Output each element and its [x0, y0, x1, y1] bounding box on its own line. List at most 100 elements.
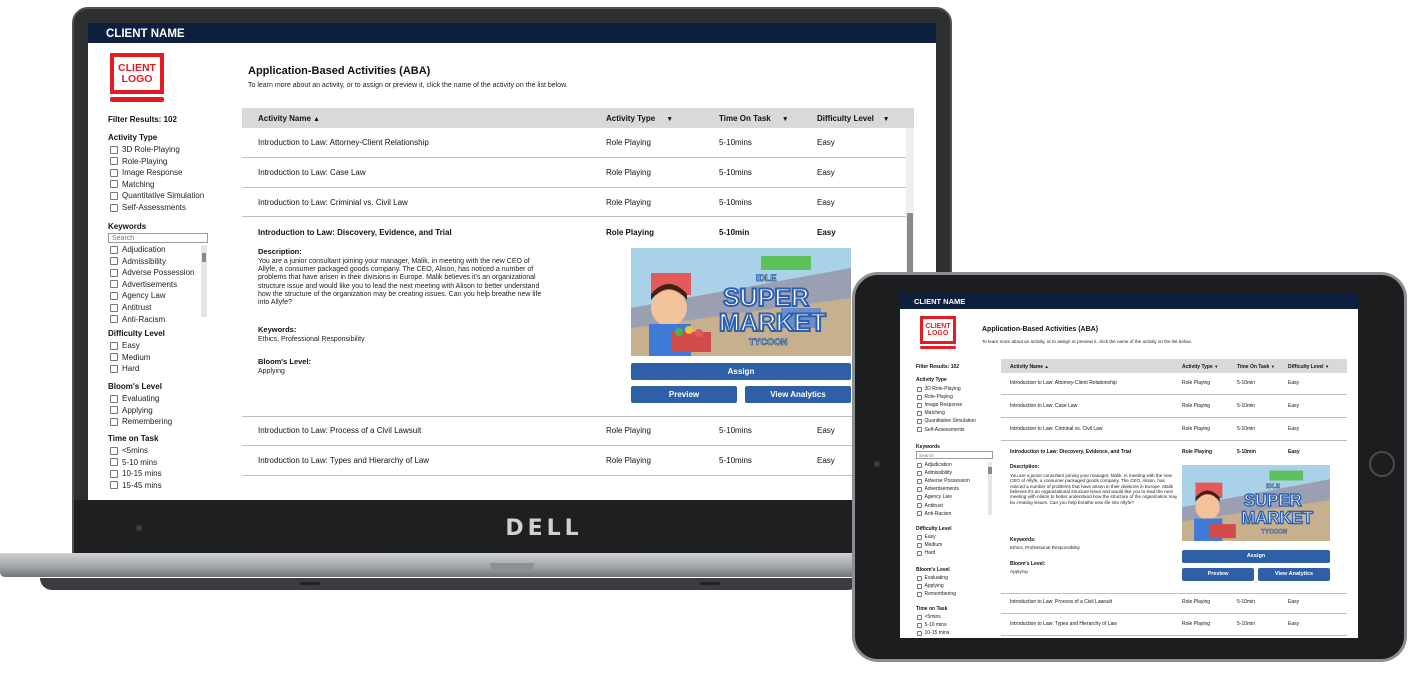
checkbox[interactable]: [110, 257, 118, 266]
preview-button[interactable]: Preview: [1182, 568, 1254, 581]
filter-option[interactable]: Role-Playing: [917, 394, 953, 400]
checkbox[interactable]: [917, 550, 922, 556]
filter-option[interactable]: Adverse Possession: [917, 478, 970, 484]
checkbox[interactable]: [110, 446, 118, 455]
filter-option[interactable]: Quantitative Simulation: [917, 418, 976, 424]
assign-button[interactable]: Assign: [631, 363, 851, 380]
preview-button[interactable]: Preview: [631, 386, 737, 403]
filter-option[interactable]: 10-15 mins: [110, 469, 162, 478]
activity-name-link[interactable]: Introduction to Law: Discovery, Evidence…: [1010, 449, 1131, 455]
filter-option[interactable]: Remembering: [110, 417, 172, 426]
activity-name-link[interactable]: Introduction to Law: Process of a Civil …: [1010, 599, 1112, 605]
filter-option[interactable]: Evaluating: [110, 394, 159, 403]
filter-option[interactable]: Applying: [110, 406, 153, 415]
checkbox[interactable]: [917, 575, 922, 581]
filter-option[interactable]: <5mins: [917, 614, 941, 620]
column-header-activity-name[interactable]: Activity Name ▲: [258, 114, 320, 123]
checkbox[interactable]: [917, 494, 922, 500]
checkbox[interactable]: [110, 417, 118, 426]
activity-thumbnail[interactable]: IDLE SUPER MARKET TYCOON: [1182, 465, 1330, 541]
column-header-difficulty[interactable]: Difficulty Level ▼: [817, 114, 890, 123]
view-analytics-button[interactable]: View Analytics: [745, 386, 851, 403]
filter-option[interactable]: Matching: [110, 180, 154, 189]
column-header-activity-name[interactable]: Activity Name ▲: [1010, 364, 1049, 370]
column-header-activity-type[interactable]: Activity Type ▼: [606, 114, 673, 123]
filter-option[interactable]: Antitrust: [917, 503, 943, 509]
filter-option[interactable]: Antitrust: [110, 303, 151, 312]
checkbox[interactable]: [917, 486, 922, 492]
checkbox[interactable]: [917, 542, 922, 548]
filter-option[interactable]: 3D Role-Playing: [917, 386, 961, 392]
filter-option[interactable]: Adjudication: [110, 245, 166, 254]
checkbox[interactable]: [917, 427, 922, 432]
filter-option[interactable]: Medium: [110, 353, 150, 362]
filter-option[interactable]: Easy: [917, 534, 936, 540]
column-header-difficulty[interactable]: Difficulty Level ▼: [1288, 364, 1329, 370]
checkbox[interactable]: [110, 157, 118, 166]
checkbox[interactable]: [110, 245, 118, 254]
filter-option[interactable]: Anti-Racism: [110, 315, 165, 324]
keyword-search-input[interactable]: [108, 233, 208, 243]
checkbox[interactable]: [110, 180, 118, 189]
checkbox[interactable]: [110, 291, 118, 300]
checkbox[interactable]: [110, 315, 118, 324]
activity-name-link[interactable]: Introduction to Law: Attorney-Client Rel…: [258, 138, 429, 147]
checkbox[interactable]: [110, 203, 118, 212]
checkbox[interactable]: [110, 458, 118, 467]
checkbox[interactable]: [917, 534, 922, 540]
column-header-time-on-task[interactable]: Time On Task ▼: [1237, 364, 1275, 370]
keyword-scroll-thumb[interactable]: [202, 253, 206, 262]
checkbox[interactable]: [110, 145, 118, 154]
filter-option[interactable]: Self-Assessments: [110, 203, 186, 212]
checkbox[interactable]: [110, 353, 118, 362]
activity-name-link[interactable]: Introduction to Law: Criminal vs. Civil …: [1010, 426, 1103, 432]
filter-option[interactable]: 15-45 mins: [110, 481, 162, 490]
checkbox[interactable]: [110, 268, 118, 277]
checkbox[interactable]: [917, 418, 922, 424]
checkbox[interactable]: [110, 168, 118, 177]
checkbox[interactable]: [110, 191, 118, 200]
filter-option[interactable]: Anti-Racism: [917, 511, 951, 517]
checkbox[interactable]: [917, 583, 922, 589]
checkbox[interactable]: [110, 481, 118, 490]
activity-name-link[interactable]: Introduction to Law: Case Law: [258, 168, 366, 177]
activity-name-link[interactable]: Introduction to Law: Discovery, Evidence…: [258, 228, 452, 237]
checkbox[interactable]: [917, 394, 922, 400]
filter-option[interactable]: Adjudication: [917, 462, 952, 468]
checkbox[interactable]: [917, 462, 922, 468]
filter-option[interactable]: Image Response: [110, 168, 182, 177]
filter-option[interactable]: Agency Law: [917, 494, 952, 500]
filter-option[interactable]: Admissibility: [917, 470, 952, 476]
checkbox[interactable]: [917, 478, 922, 484]
filter-option[interactable]: Admissibility: [110, 257, 166, 266]
filter-option[interactable]: Hard: [110, 364, 139, 373]
filter-option[interactable]: Image Response: [917, 402, 962, 408]
checkbox[interactable]: [110, 364, 118, 373]
activity-name-link[interactable]: Introduction to Law: Case Law: [1010, 403, 1077, 409]
activity-name-link[interactable]: Introduction to Law: Attorney-Client Rel…: [1010, 380, 1117, 386]
activity-name-link[interactable]: Introduction to Law: Types and Hierarchy…: [1010, 621, 1117, 627]
column-header-time-on-task[interactable]: Time On Task ▼: [719, 114, 789, 123]
filter-option[interactable]: Remembering: [917, 591, 956, 597]
checkbox[interactable]: [917, 622, 922, 628]
filter-option[interactable]: Hard: [917, 550, 935, 556]
checkbox[interactable]: [917, 503, 922, 508]
home-button-icon[interactable]: [1369, 451, 1395, 477]
filter-option[interactable]: <5mins: [110, 446, 148, 455]
column-header-activity-type[interactable]: Activity Type ▼: [1182, 364, 1218, 370]
filter-option[interactable]: Role-Playing: [110, 157, 167, 166]
filter-option[interactable]: Medium: [917, 542, 942, 548]
filter-option[interactable]: Applying: [917, 583, 944, 589]
filter-option[interactable]: 3D Role-Playing: [110, 145, 180, 154]
keyword-search-input[interactable]: [916, 451, 993, 459]
activity-name-link[interactable]: Introduction to Law: Types and Hierarchy…: [258, 456, 429, 465]
activity-name-link[interactable]: Introduction to Law: Criminial vs. Civil…: [258, 198, 408, 207]
filter-option[interactable]: Adverse Possession: [110, 268, 194, 277]
checkbox[interactable]: [110, 341, 118, 350]
activity-name-link[interactable]: Introduction to Law: Process of a Civil …: [258, 426, 421, 435]
checkbox[interactable]: [917, 630, 922, 636]
keyword-scroll-thumb[interactable]: [988, 467, 992, 474]
checkbox[interactable]: [110, 303, 118, 312]
checkbox[interactable]: [110, 469, 118, 478]
activity-thumbnail[interactable]: IDLE SUPER MARKET TYCOON: [631, 248, 851, 356]
